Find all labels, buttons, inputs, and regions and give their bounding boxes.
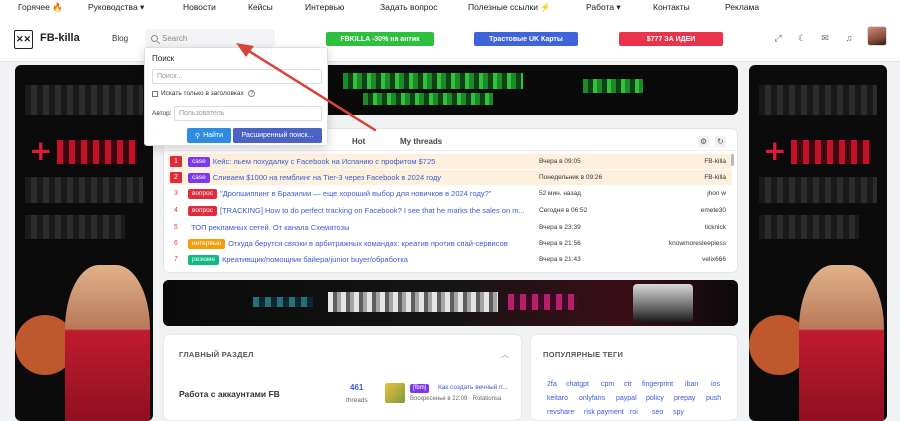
annotation-arrow <box>236 43 377 132</box>
